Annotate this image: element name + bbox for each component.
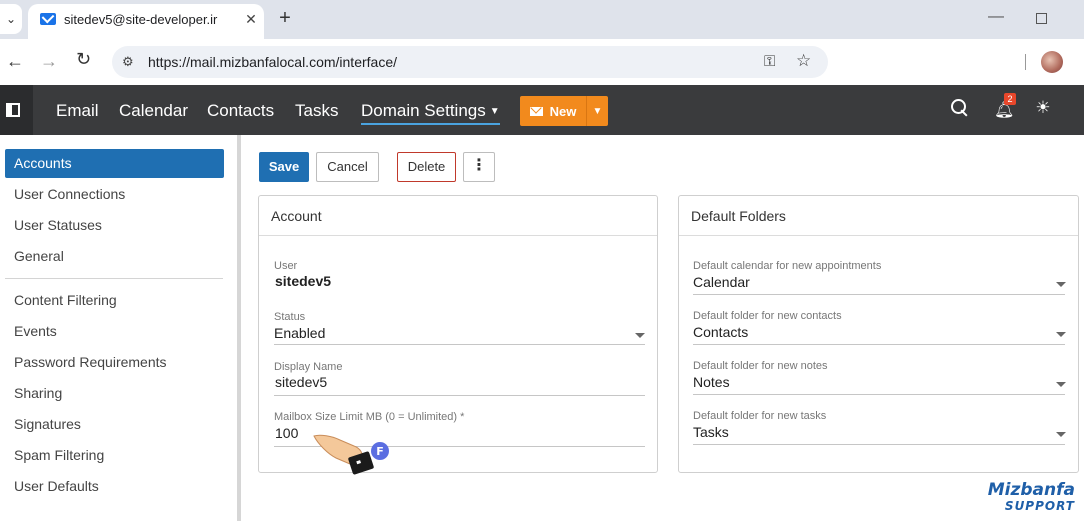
bookmark-star-icon[interactable]: ☆ xyxy=(796,51,811,71)
envelope-icon xyxy=(529,106,543,116)
default-tasks-label: Default folder for new tasks xyxy=(693,410,827,422)
toolbar-separator xyxy=(1025,54,1026,70)
site-info-tune-icon[interactable]: ⚙ xyxy=(122,54,134,70)
password-key-icon[interactable]: ⚿ xyxy=(764,53,775,70)
sidebar-item-general[interactable]: General xyxy=(5,242,224,271)
notification-badge: 2 xyxy=(1004,93,1016,105)
sidebar-divider xyxy=(5,278,223,279)
new-dropdown-caret-icon[interactable]: ▼ xyxy=(586,96,608,126)
save-button[interactable]: Save xyxy=(259,152,309,182)
display-name-underline xyxy=(274,395,645,396)
theme-sun-icon[interactable]: ☀ xyxy=(1032,98,1054,120)
more-options-icon[interactable]: ⋮ xyxy=(463,152,495,182)
display-name-label: Display Name xyxy=(274,361,343,373)
default-notes-label: Default folder for new notes xyxy=(693,360,828,372)
calendar-dropdown-caret-icon[interactable] xyxy=(1056,282,1066,287)
sidebar-item-user-connections[interactable]: User Connections xyxy=(5,180,224,209)
hand-pointer-icon: F xyxy=(313,434,389,475)
window-minimize-icon[interactable]: — xyxy=(988,8,1004,26)
user-label: User xyxy=(274,260,298,272)
default-folders-card-title: Default Folders xyxy=(679,196,1078,236)
search-icon[interactable] xyxy=(950,98,972,120)
brand-subtitle: SUPPORT xyxy=(1004,499,1075,513)
sidebar-item-signatures[interactable]: Signatures xyxy=(5,410,224,439)
sidebar-item-user-defaults[interactable]: User Defaults xyxy=(5,472,224,501)
display-name-input[interactable]: sitedev5 xyxy=(275,374,327,390)
status-underline xyxy=(274,344,645,345)
nav-domain-settings[interactable]: Domain Settings ▼ xyxy=(361,101,500,125)
new-button-label: New xyxy=(549,103,577,119)
nav-calendar[interactable]: Calendar xyxy=(119,101,188,121)
mailbox-size-label: Mailbox Size Limit MB (0 = Unlimited) * xyxy=(274,411,465,423)
status-label: Status xyxy=(274,311,306,323)
new-item-button-group: New ▼ xyxy=(520,96,608,126)
sidebar-item-content-filtering[interactable]: Content Filtering xyxy=(5,286,224,315)
sidebar-item-spam-filtering[interactable]: Spam Filtering xyxy=(5,441,224,470)
panel-toggle-button[interactable] xyxy=(0,85,33,135)
forward-arrow-icon[interactable]: → xyxy=(40,51,58,72)
contacts-dropdown-caret-icon[interactable] xyxy=(1056,332,1066,337)
nav-tasks[interactable]: Tasks xyxy=(295,101,338,121)
new-tab-plus-icon[interactable]: + xyxy=(274,7,296,29)
notes-dropdown-caret-icon[interactable] xyxy=(1056,382,1066,387)
tasks-dropdown-caret-icon[interactable] xyxy=(1056,432,1066,437)
back-arrow-icon[interactable]: ← xyxy=(6,51,24,72)
default-contacts-select[interactable]: Contacts xyxy=(693,324,748,340)
contacts-underline xyxy=(693,344,1065,345)
app-top-nav: Email Calendar Contacts Tasks Domain Set… xyxy=(0,85,1084,135)
tab-search-chevron-icon[interactable]: ⌄ xyxy=(0,4,22,34)
sidebar-item-password-requirements[interactable]: Password Requirements xyxy=(5,348,224,377)
mailbox-size-input[interactable]: 100 xyxy=(275,425,298,441)
close-tab-icon[interactable]: ✕ xyxy=(241,9,261,29)
window-maximize-icon[interactable] xyxy=(1036,13,1047,24)
sidebar-panel-icon xyxy=(6,103,20,117)
default-notes-select[interactable]: Notes xyxy=(693,374,730,390)
delete-button[interactable]: Delete xyxy=(397,152,456,182)
nav-domain-settings-label: Domain Settings xyxy=(361,101,486,120)
browser-tab-active[interactable]: sitedev5@site-developer.ir ✕ xyxy=(28,4,264,39)
tasks-underline xyxy=(693,444,1065,445)
profile-avatar[interactable] xyxy=(1041,51,1063,73)
svg-text:F: F xyxy=(376,445,384,458)
caret-down-icon: ▼ xyxy=(489,106,500,118)
sidebar-item-sharing[interactable]: Sharing xyxy=(5,379,224,408)
default-tasks-select[interactable]: Tasks xyxy=(693,424,729,440)
browser-toolbar: ← → ↻ ⚙ https://mail.mizbanfalocal.com/i… xyxy=(0,39,1084,85)
sidebar-item-user-statuses[interactable]: User Statuses xyxy=(5,211,224,240)
default-calendar-label: Default calendar for new appointments xyxy=(693,260,882,272)
browser-tab-strip: ⌄ sitedev5@site-developer.ir ✕ + — xyxy=(0,0,1084,39)
user-value: sitedev5 xyxy=(275,273,332,289)
sidebar-item-events[interactable]: Events xyxy=(5,317,224,346)
cancel-button[interactable]: Cancel xyxy=(316,152,379,182)
default-calendar-select[interactable]: Calendar xyxy=(693,274,750,290)
notes-underline xyxy=(693,394,1065,395)
address-bar-url[interactable]: https://mail.mizbanfalocal.com/interface… xyxy=(148,54,397,70)
reload-icon[interactable]: ↻ xyxy=(76,49,91,70)
browser-tab-title: sitedev5@site-developer.ir xyxy=(64,12,218,27)
status-dropdown-caret-icon[interactable] xyxy=(635,333,645,338)
calendar-underline xyxy=(693,294,1065,295)
account-card-title: Account xyxy=(259,196,657,236)
mizbanfa-logo: Mizbanfa SUPPORT xyxy=(975,480,1075,516)
mail-favicon-icon xyxy=(40,13,56,25)
default-contacts-label: Default folder for new contacts xyxy=(693,310,842,322)
address-bar[interactable]: ⚙ https://mail.mizbanfalocal.com/interfa… xyxy=(112,46,828,78)
default-folders-card: Default Folders Default calendar for new… xyxy=(678,195,1079,473)
new-button[interactable]: New xyxy=(520,96,586,126)
sidebar-item-accounts[interactable]: Accounts xyxy=(5,149,224,178)
status-select[interactable]: Enabled xyxy=(274,325,325,341)
nav-contacts[interactable]: Contacts xyxy=(207,101,274,121)
nav-email[interactable]: Email xyxy=(56,101,99,121)
brand-name: Mizbanfa xyxy=(987,480,1075,500)
